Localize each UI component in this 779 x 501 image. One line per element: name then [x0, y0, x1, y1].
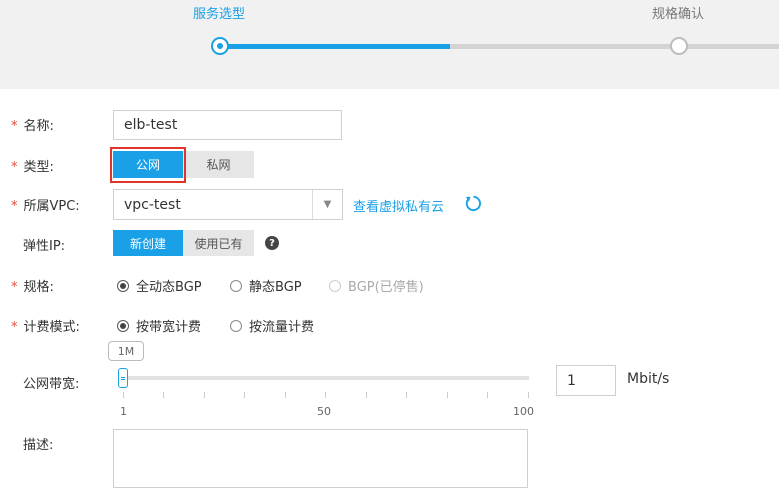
chevron-down-icon[interactable]: ▼ [312, 190, 342, 219]
eip-existing-button[interactable]: 使用已有 [183, 230, 254, 256]
step-dot-active [211, 37, 229, 55]
type-label: * 类型: [11, 160, 54, 175]
vpc-label: * 所属VPC: [11, 199, 80, 214]
progress-track-completed [222, 44, 450, 49]
spec-radio-full-bgp[interactable]: 全动态BGP [117, 276, 202, 295]
slider-tick [285, 392, 286, 398]
type-private-button[interactable]: 私网 [183, 151, 254, 178]
step-label-service-selection: 服务选型 [193, 7, 246, 22]
name-input[interactable]: elb-test [113, 110, 342, 140]
slider-tick [447, 392, 448, 398]
slider-tick-label-mid: 50 [317, 405, 331, 418]
slider-tick [123, 392, 124, 398]
radio-disabled-icon [329, 279, 341, 292]
spec-radio-bgp-discontinued: BGP(已停售) [329, 276, 424, 295]
description-textarea[interactable] [113, 429, 528, 488]
slider-tick-label-max: 100 [513, 405, 534, 418]
slider-tick [204, 392, 205, 398]
bandwidth-input[interactable]: 1 [556, 365, 616, 396]
slider-tick [406, 392, 407, 398]
billing-label: * 计费模式: [11, 320, 80, 335]
spec-radio-static-bgp[interactable]: 静态BGP [230, 276, 302, 295]
bandwidth-slider-track[interactable] [123, 376, 529, 380]
spec-label: * 规格: [11, 280, 54, 295]
bandwidth-slider-handle[interactable] [118, 368, 128, 388]
billing-radio-bandwidth[interactable]: 按带宽计费 [117, 316, 201, 335]
bandwidth-unit: Mbit/s [627, 371, 670, 387]
slider-tick [163, 392, 164, 398]
slider-tick [528, 392, 529, 398]
slider-tick-label-min: 1 [120, 405, 127, 418]
description-label: 描述: [23, 438, 54, 453]
step-label-spec-confirm: 规格确认 [652, 7, 705, 22]
eip-label: 弹性IP: [23, 239, 66, 254]
radio-unchecked-icon [230, 279, 242, 292]
step-dot-inactive [670, 37, 688, 55]
radio-unchecked-icon [230, 319, 242, 332]
view-vpc-link[interactable]: 查看虚拟私有云 [353, 196, 444, 215]
slider-tick [487, 392, 488, 398]
eip-new-button[interactable]: 新创建 [113, 230, 183, 256]
slider-tick [244, 392, 245, 398]
slider-tick [366, 392, 367, 398]
name-label: * 名称: [11, 119, 54, 134]
highlight-box [110, 147, 186, 183]
bandwidth-label: 公网带宽: [23, 377, 80, 392]
vpc-select[interactable]: vpc-test ▼ [113, 189, 343, 220]
radio-checked-icon [117, 319, 129, 332]
billing-radio-traffic[interactable]: 按流量计费 [230, 316, 314, 335]
refresh-icon[interactable] [464, 194, 483, 213]
bandwidth-tooltip: 1M [108, 341, 144, 361]
slider-tick [325, 392, 326, 398]
progress-track-remaining [450, 44, 779, 49]
radio-checked-icon [117, 279, 129, 292]
help-icon[interactable]: ? [265, 236, 279, 250]
